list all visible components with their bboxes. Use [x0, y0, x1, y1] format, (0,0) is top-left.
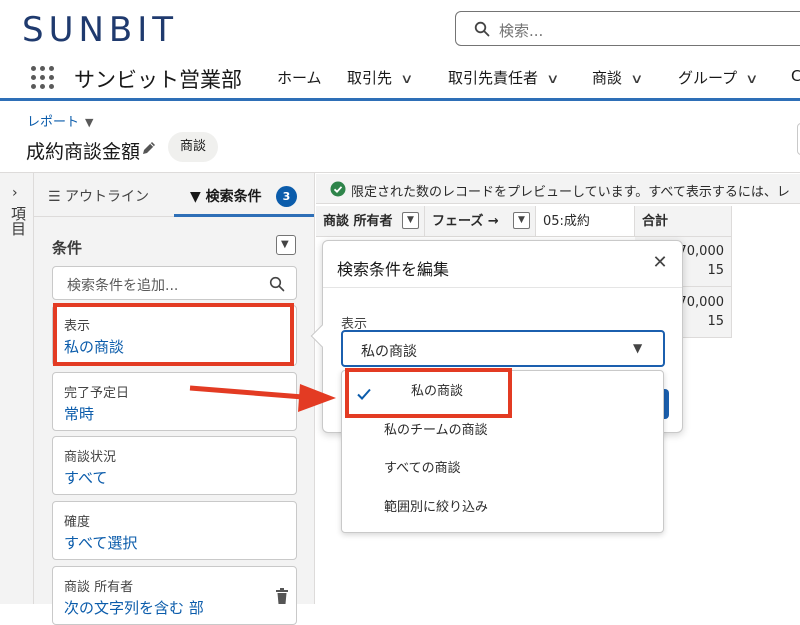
highlight-box — [345, 368, 512, 418]
conditions-menu-button[interactable]: ▼ — [276, 235, 296, 255]
filter-label: 完了予定日 — [64, 386, 130, 401]
tab-filters-label: 検索条件 — [205, 189, 262, 205]
highlight-box — [53, 303, 294, 366]
header-accent-line — [0, 98, 800, 101]
tab-outline[interactable]: ☰ アウトライン — [48, 186, 149, 206]
nav-item-more[interactable]: C — [791, 67, 800, 85]
company-logo[interactable]: SUNBIT — [22, 10, 178, 50]
option-filter-by-range[interactable]: 範囲別に絞り込み — [342, 490, 663, 526]
filter-value: すべて — [64, 469, 108, 487]
fields-rail-label[interactable]: 項目 — [8, 206, 27, 236]
nav-label: 商談 — [592, 69, 623, 87]
preview-notice-text: 限定された数のレコードをプレビューしています。すべて表示するには、レ — [351, 185, 790, 200]
fields-rail — [0, 173, 34, 604]
filter-label: 確度 — [64, 515, 91, 530]
conditions-heading: 条件 — [52, 239, 83, 257]
filter-card-owner[interactable]: 商談 所有者 次の文字列を含む 部 — [52, 566, 297, 625]
pencil-icon[interactable] — [141, 140, 157, 156]
list-icon: ☰ — [48, 189, 61, 205]
popover-title: 検索条件を編集 — [337, 260, 450, 279]
column-menu-button[interactable]: ▼ — [513, 212, 530, 229]
column-label: 05:成約 — [543, 214, 590, 229]
chevron-right-icon[interactable]: › — [12, 185, 18, 201]
column-header-won: 05:成約 — [536, 206, 635, 237]
show-select[interactable]: 私の商談 ▼ — [341, 330, 665, 367]
filter-label: 商談状況 — [64, 450, 117, 465]
search-placeholder: 検索... — [499, 22, 544, 40]
nav-label: 取引先責任者 — [448, 69, 539, 87]
nav-item-home[interactable]: ホーム — [277, 67, 322, 88]
close-icon[interactable]: ✕ — [651, 254, 669, 272]
option-label: すべての商談 — [384, 461, 461, 476]
nav-item-accounts[interactable]: 取引先 ∨ — [347, 67, 413, 88]
column-label: フェーズ → — [432, 214, 499, 229]
filter-value: 常時 — [64, 405, 95, 423]
caret-down-icon[interactable]: ▼ — [85, 116, 93, 129]
chevron-down-icon[interactable]: ∨ — [400, 72, 413, 87]
search-icon — [269, 276, 285, 292]
filter-count-badge: 3 — [276, 186, 297, 207]
column-header-total: 合計 — [635, 206, 732, 237]
filter-value: 次の文字列を含む 部 — [64, 599, 204, 617]
chevron-down-icon[interactable]: ∨ — [630, 72, 643, 87]
filter-label: 商談 所有者 — [64, 580, 134, 595]
option-my-team-opportunities[interactable]: 私のチームの商談 — [342, 413, 663, 449]
global-search-input[interactable]: 検索... — [455, 11, 800, 46]
chevron-down-icon[interactable]: ∨ — [745, 72, 758, 87]
filter-card-probability[interactable]: 確度 すべて選択 — [52, 501, 297, 560]
show-select-value: 私の商談 — [361, 344, 417, 360]
tab-outline-label: アウトライン — [65, 189, 150, 205]
column-label: 合計 — [642, 214, 669, 229]
nav-label: ホーム — [277, 69, 322, 87]
breadcrumb-label: レポート — [27, 115, 80, 130]
column-label: 商談 所有者 — [323, 214, 393, 229]
chevron-down-icon[interactable]: ∨ — [546, 72, 559, 87]
app-name: サンビット営業部 — [74, 68, 242, 92]
nav-item-opportunities[interactable]: 商談 ∨ — [592, 67, 643, 88]
filter-value: すべて選択 — [64, 534, 138, 552]
chevron-down-icon: ▼ — [281, 239, 289, 250]
tab-filters[interactable]: ▼ 検索条件 — [190, 186, 262, 206]
add-filter-input[interactable]: 検索条件を追加... — [52, 266, 297, 300]
report-breadcrumb[interactable]: レポート ▼ — [27, 111, 93, 130]
global-header: SUNBIT 検索... サンビット営業部 ホーム 取引先 ∨ 取引先責任者 ∨ 商… — [0, 0, 800, 101]
report-title: 成約商談金額 — [26, 141, 141, 163]
report-type-badge: 商談 — [168, 132, 219, 162]
nav-label: C — [791, 67, 800, 85]
trash-icon[interactable] — [275, 588, 289, 604]
caret-down-icon: ▼ — [633, 341, 643, 355]
filter-icon: ▼ — [190, 189, 201, 205]
nav-item-contacts[interactable]: 取引先責任者 ∨ — [448, 67, 559, 88]
divider — [323, 287, 682, 288]
nav-label: 取引先 — [347, 69, 393, 87]
option-label: 範囲別に絞り込み — [384, 500, 489, 515]
nav-label: グループ — [678, 69, 738, 87]
filter-card-status[interactable]: 商談状況 すべて — [52, 436, 297, 495]
nav-item-groups[interactable]: グループ ∨ — [678, 67, 759, 88]
active-tab-indicator — [174, 214, 314, 217]
option-all-opportunities[interactable]: すべての商談 — [342, 451, 663, 487]
app-launcher-icon[interactable] — [31, 66, 55, 90]
column-menu-button[interactable]: ▼ — [402, 212, 419, 229]
annotation-arrow-icon — [189, 384, 336, 412]
success-check-icon — [330, 181, 346, 197]
search-icon — [474, 21, 490, 37]
option-label: 私のチームの商談 — [384, 423, 488, 438]
add-filter-placeholder: 検索条件を追加... — [67, 278, 179, 294]
